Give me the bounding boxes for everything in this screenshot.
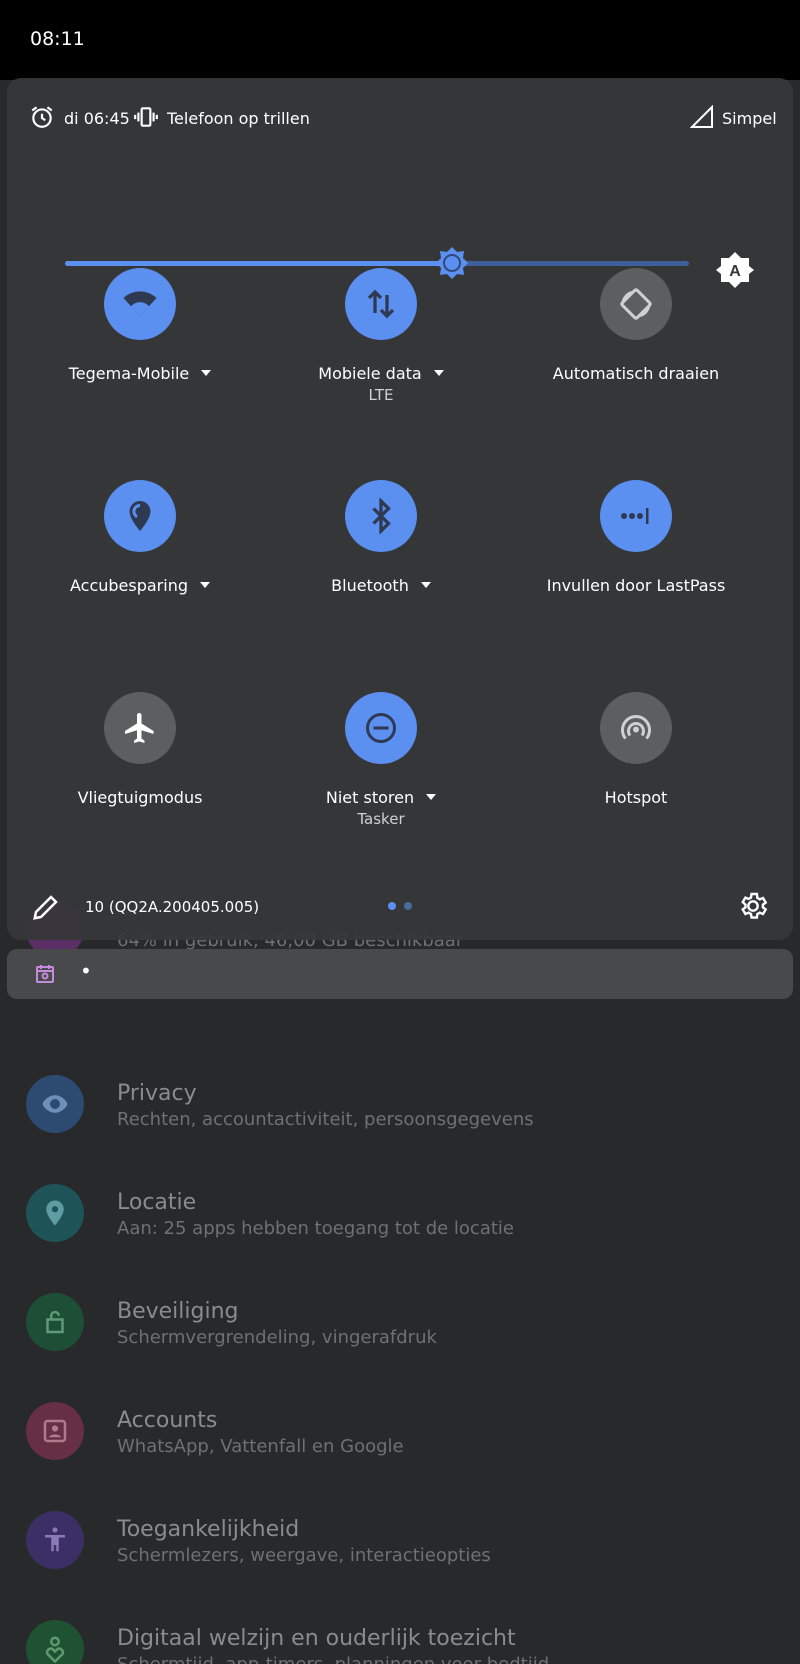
tile-label-text: Bluetooth: [331, 576, 409, 595]
airplane-icon: [125, 713, 154, 743]
settings-item-security[interactable]: Beveiliging Schermvergrendeling, vingera…: [0, 1293, 800, 1393]
accessibility-icon: [26, 1511, 84, 1569]
tile-bluetooth[interactable]: Bluetooth: [260, 480, 500, 640]
status-time: 08:11: [30, 28, 85, 50]
settings-item-subtitle: Schermlezers, weergave, interactieopties: [117, 1545, 491, 1566]
mobile-data-icon: [367, 289, 395, 319]
settings-item-subtitle: Aan: 25 apps hebben toegang tot de locat…: [117, 1218, 514, 1239]
vibrate-icon: [134, 107, 158, 127]
tile-label[interactable]: Bluetooth: [260, 576, 502, 595]
battery-saver-tile-button[interactable]: [104, 480, 176, 552]
tile-mobile-data[interactable]: Mobiele data LTE: [260, 268, 500, 428]
tile-label[interactable]: Accubesparing: [19, 576, 261, 595]
alarm-icon[interactable]: [29, 104, 55, 130]
bluetooth-icon: [372, 498, 391, 534]
tile-label[interactable]: Mobiele data: [260, 364, 502, 383]
dropdown-caret-icon[interactable]: [200, 581, 210, 588]
tile-lastpass[interactable]: Invullen door LastPass: [515, 480, 755, 640]
settings-item-title: Beveiliging: [117, 1299, 239, 1324]
settings-item-accessibility[interactable]: Toegankelijkheid Schermlezers, weergave,…: [0, 1511, 800, 1611]
next-alarm[interactable]: di 06:45: [64, 109, 130, 128]
page-indicator: [388, 902, 418, 912]
tile-airplane-mode[interactable]: Vliegtuigmodus: [19, 692, 259, 852]
page-dot: [404, 902, 412, 910]
quick-settings-panel: di 06:45 Telefoon op trillen Simpel A Te…: [7, 78, 793, 940]
airplane-tile-button[interactable]: [104, 692, 176, 764]
ringer-mode: Telefoon op trillen: [167, 109, 310, 128]
mobile-data-tile-button[interactable]: [345, 268, 417, 340]
tile-battery-saver[interactable]: Accubesparing: [19, 480, 259, 640]
tile-do-not-disturb[interactable]: Niet storen Tasker: [260, 692, 500, 852]
wellbeing-icon: [26, 1620, 84, 1664]
accounts-icon: [26, 1402, 84, 1460]
lastpass-tile-button[interactable]: [600, 480, 672, 552]
location-icon: [26, 1184, 84, 1242]
quick-settings-header: di 06:45 Telefoon op trillen Simpel: [7, 78, 793, 158]
bluetooth-tile-button[interactable]: [345, 480, 417, 552]
tile-label-text: Accubesparing: [69, 576, 188, 595]
tile-sublabel: LTE: [368, 386, 394, 404]
settings-item-wellbeing[interactable]: Digitaal welzijn en ouderlijk toezicht S…: [0, 1620, 800, 1664]
tile-sublabel: Tasker: [357, 810, 405, 828]
tile-label[interactable]: Tegema-Mobile: [19, 364, 261, 383]
settings-item-title: Accounts: [117, 1408, 218, 1433]
tile-label-text: Mobiele data: [318, 364, 422, 383]
privacy-icon: [26, 1075, 84, 1133]
settings-item-subtitle: Schermtijd, app-timers, planningen voor …: [117, 1654, 549, 1664]
tile-label[interactable]: Hotspot: [515, 788, 757, 807]
battery-saver-icon: [129, 501, 151, 531]
auto-rotate-tile-button[interactable]: [600, 268, 672, 340]
edit-pencil-icon[interactable]: [31, 892, 61, 922]
lastpass-icon: [621, 508, 649, 524]
tile-auto-rotate[interactable]: Automatisch draaien: [515, 268, 755, 428]
build-number[interactable]: 10 (QQ2A.200405.005): [85, 898, 259, 916]
tile-label[interactable]: Niet storen: [260, 788, 502, 807]
dropdown-caret-icon[interactable]: [420, 581, 431, 588]
tile-label[interactable]: Automatisch draaien: [515, 364, 757, 383]
page-dot-active: [388, 902, 396, 910]
settings-item-subtitle: Rechten, accountactiviteit, persoonsgege…: [117, 1109, 534, 1130]
settings-item-title: Locatie: [117, 1190, 197, 1215]
status-bar: 08:11: [0, 0, 800, 80]
dropdown-caret-icon[interactable]: [433, 369, 444, 376]
carrier-name: Simpel: [722, 109, 777, 128]
tile-hotspot[interactable]: Hotspot: [515, 692, 755, 852]
hotspot-tile-button[interactable]: [600, 692, 672, 764]
tile-label-text: Niet storen: [325, 788, 415, 807]
dnd-tile-button[interactable]: [345, 692, 417, 764]
brightness-fill: [65, 261, 452, 266]
dropdown-caret-icon[interactable]: [201, 369, 212, 376]
calendar-icon: [36, 965, 54, 983]
settings-item-privacy[interactable]: Privacy Rechten, accountactiviteit, pers…: [0, 1075, 800, 1175]
settings-item-title: Privacy: [117, 1081, 197, 1106]
tile-label[interactable]: Invullen door LastPass: [515, 576, 757, 595]
settings-item-title: Digitaal welzijn en ouderlijk toezicht: [117, 1626, 516, 1651]
settings-item-location[interactable]: Locatie Aan: 25 apps hebben toegang tot …: [0, 1184, 800, 1284]
do-not-disturb-icon: [366, 713, 396, 743]
wifi-icon: [123, 291, 157, 316]
gear-icon[interactable]: [737, 890, 769, 922]
signal-icon: [690, 105, 713, 128]
quick-settings-footer: 10 (QQ2A.200405.005): [7, 878, 793, 938]
settings-item-subtitle: WhatsApp, Vattenfall en Google: [117, 1436, 404, 1457]
settings-item-subtitle: Schermvergrendeling, vingerafdruk: [117, 1327, 437, 1348]
lock-icon: [26, 1293, 84, 1351]
wifi-tile-button[interactable]: [104, 268, 176, 340]
tile-label[interactable]: Vliegtuigmodus: [19, 788, 261, 807]
hotspot-icon: [621, 715, 651, 740]
auto-rotate-icon: [620, 288, 652, 320]
tile-wifi[interactable]: Tegema-Mobile: [19, 268, 259, 428]
notification-calendar[interactable]: •: [7, 949, 793, 999]
tile-label-text: Tegema-Mobile: [68, 364, 190, 383]
notification-text: •: [80, 959, 92, 983]
settings-item-title: Toegankelijkheid: [117, 1517, 300, 1542]
dropdown-caret-icon[interactable]: [426, 793, 437, 800]
settings-item-accounts[interactable]: Accounts WhatsApp, Vattenfall en Google: [0, 1402, 800, 1502]
